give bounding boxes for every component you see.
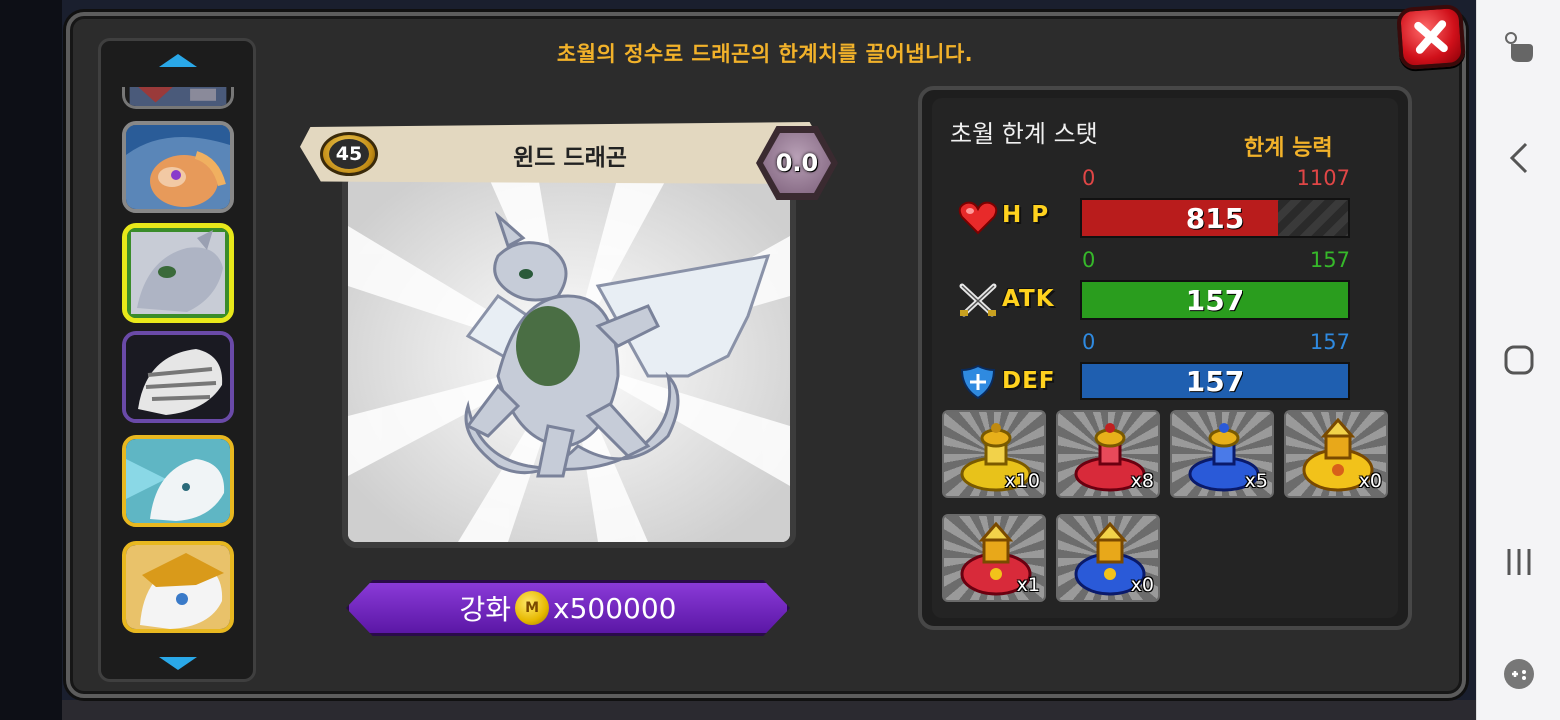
hp-label: H P bbox=[1002, 202, 1050, 228]
background-bottom bbox=[62, 700, 1476, 720]
dragon-slot-bone[interactable] bbox=[122, 331, 234, 423]
essence-item-blue[interactable]: x5 bbox=[1170, 410, 1274, 498]
enhance-button[interactable]: 강화 M x500000 bbox=[346, 580, 790, 636]
wind-dragon-icon bbox=[127, 228, 229, 318]
dragon-slot-golden-armored[interactable] bbox=[122, 541, 234, 633]
bone-dragon-icon bbox=[126, 335, 230, 419]
item-count: x1 bbox=[1016, 574, 1040, 596]
coin-icon: M bbox=[515, 591, 550, 625]
recent-apps-icon[interactable] bbox=[1499, 542, 1539, 582]
atk-min: 0 bbox=[1082, 248, 1096, 272]
dragon-level: 45 bbox=[329, 139, 369, 169]
atk-bar: 157 bbox=[1080, 280, 1350, 320]
dragon-grade: 0.0 bbox=[763, 133, 831, 193]
item-count: x8 bbox=[1130, 470, 1154, 492]
item-count: x5 bbox=[1244, 470, 1268, 492]
atk-value: 157 bbox=[1185, 283, 1245, 317]
touch-gesture-icon[interactable] bbox=[1499, 26, 1539, 66]
golden-armored-dragon-icon bbox=[126, 545, 230, 629]
dragon-name: 윈드 드래곤 bbox=[513, 145, 627, 171]
dragon-portrait-frame bbox=[342, 170, 796, 548]
def-value: 157 bbox=[1185, 364, 1245, 398]
close-button[interactable] bbox=[1395, 3, 1467, 71]
dragon-slot-partial[interactable] bbox=[122, 87, 234, 109]
dragon-slot-white-ice[interactable] bbox=[122, 435, 234, 527]
def-label: DEF bbox=[1002, 368, 1056, 394]
dragon-slot-wind-selected[interactable] bbox=[122, 223, 234, 323]
crossed-swords-icon bbox=[956, 282, 1000, 318]
essence-item-red[interactable]: x8 bbox=[1056, 410, 1160, 498]
essence-item-yellow[interactable]: x10 bbox=[942, 410, 1046, 498]
item-count: x0 bbox=[1130, 574, 1154, 596]
def-bar: 157 bbox=[1080, 362, 1350, 400]
dragon-level-badge: 45 bbox=[320, 132, 378, 176]
scroll-down-arrow-icon[interactable] bbox=[159, 657, 197, 670]
enhance-cost: x500000 bbox=[553, 591, 677, 625]
close-icon bbox=[1414, 20, 1448, 54]
blue-orange-dragon-icon bbox=[126, 125, 230, 209]
def-min: 0 bbox=[1082, 330, 1096, 354]
system-nav-bar bbox=[1476, 0, 1560, 720]
essence-item-golden-blue[interactable]: x0 bbox=[1056, 514, 1160, 602]
hp-max: 1107 bbox=[1296, 166, 1350, 190]
limit-ability-label: 한계 능력 bbox=[1244, 136, 1333, 161]
hp-min: 0 bbox=[1082, 166, 1096, 190]
hp-value: 815 bbox=[1185, 201, 1245, 235]
white-ice-dragon-icon bbox=[126, 439, 230, 523]
def-max: 157 bbox=[1309, 330, 1350, 354]
shield-icon bbox=[956, 364, 1000, 400]
scroll-up-arrow-icon[interactable] bbox=[159, 54, 197, 67]
heart-icon bbox=[956, 200, 1000, 236]
dragon-list[interactable] bbox=[98, 38, 256, 682]
background-left bbox=[0, 0, 62, 720]
item-count: x10 bbox=[1004, 470, 1040, 492]
dragon-slot-blue-orange[interactable] bbox=[122, 121, 234, 213]
item-count: x0 bbox=[1358, 470, 1382, 492]
enhance-label: 강화 bbox=[459, 593, 512, 626]
wind-dragon-artwork bbox=[348, 176, 790, 542]
essence-item-golden[interactable]: x0 bbox=[1284, 410, 1388, 498]
hp-bar: 815 bbox=[1080, 198, 1350, 238]
back-icon[interactable] bbox=[1499, 138, 1539, 178]
dragon-portrait-icon bbox=[129, 87, 227, 106]
atk-max: 157 bbox=[1309, 248, 1350, 272]
atk-label: ATK bbox=[1002, 286, 1055, 312]
stats-panel-title: 초월 한계 스탯 bbox=[950, 120, 1098, 148]
home-icon[interactable] bbox=[1499, 340, 1539, 380]
dialog-title: 초월의 정수로 드래곤의 한계치를 끌어냅니다. bbox=[556, 42, 974, 66]
game-launcher-icon[interactable] bbox=[1499, 654, 1539, 694]
essence-item-golden-red[interactable]: x1 bbox=[942, 514, 1046, 602]
